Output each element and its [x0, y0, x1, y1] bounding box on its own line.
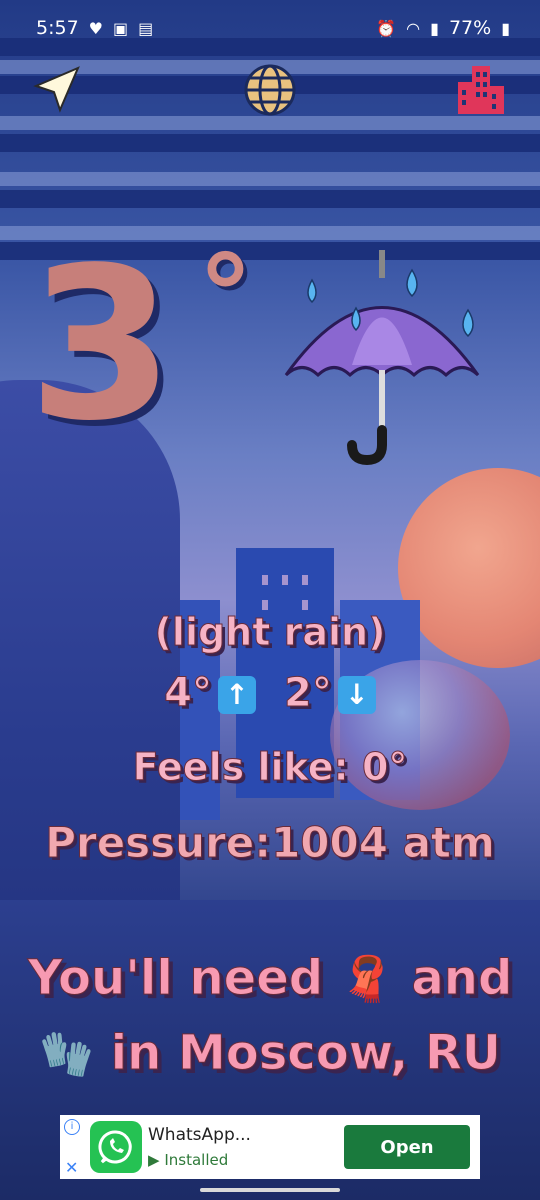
globe-button[interactable] — [240, 60, 300, 120]
advice-line-2: 🧤 in Moscow, RU — [0, 1025, 540, 1082]
top-navigation — [0, 60, 540, 120]
signal-icon: ▮ — [430, 18, 439, 38]
home-indicator[interactable] — [200, 1188, 340, 1192]
temperature-value: 3 — [28, 222, 175, 467]
ad-banner[interactable]: i ✕ WhatsApp... ▶ Installed Open — [60, 1115, 480, 1179]
low-temp-group: 2° ↓ — [284, 670, 376, 717]
background-illustration — [0, 0, 540, 1200]
heart-icon: ♥ — [88, 18, 104, 38]
high-temp-group: 4° ↑ — [164, 670, 256, 717]
advice-line-1: You'll need 🧣 and — [0, 950, 540, 1007]
status-bar: 5:57 ♥ ▣ ▤ ⏰ ◠ ▮ 77% ▮ — [0, 0, 540, 56]
ad-info-icon[interactable]: i — [64, 1119, 80, 1135]
high-low-row: 4° ↑ 2° ↓ — [0, 670, 540, 717]
phone-bubble-icon — [98, 1130, 132, 1164]
ad-title: WhatsApp... — [148, 1125, 251, 1145]
alarm-icon: ⏰ — [376, 18, 397, 38]
scarf-icon: 🧣 — [339, 954, 395, 1005]
city-button[interactable] — [450, 60, 510, 120]
up-arrow-icon: ↑ — [218, 676, 256, 714]
wifi-icon: ◠ — [406, 18, 421, 38]
low-temp: 2° — [284, 670, 333, 717]
ad-subtitle: ▶ Installed — [148, 1151, 229, 1169]
open-button[interactable]: Open — [344, 1125, 470, 1169]
city-building-icon — [458, 66, 504, 114]
advice-prefix: You'll need — [27, 950, 324, 1007]
feels-like-text: Feels like: 0° — [132, 745, 408, 790]
installed-check-icon: ▶ — [148, 1151, 160, 1169]
high-temp: 4° — [164, 670, 213, 717]
advice-and: and — [411, 950, 513, 1007]
navigation-arrow-icon — [33, 66, 80, 113]
advice-location: in Moscow, RU — [110, 1025, 501, 1082]
down-arrow-icon: ↓ — [337, 676, 376, 714]
battery-level: 77% — [448, 17, 492, 39]
pressure-text: Pressure:1004 atm — [45, 818, 496, 868]
image-icon: ▣ — [113, 18, 129, 38]
umbrella-rain-icon — [284, 250, 480, 465]
condition-text: (light rain) — [154, 610, 386, 655]
notification-icon: ▤ — [138, 18, 154, 38]
location-button[interactable] — [26, 60, 86, 120]
battery-icon: ▮ — [501, 18, 510, 38]
globe-icon — [244, 64, 296, 116]
gloves-icon: 🧤 — [39, 1029, 94, 1080]
close-icon[interactable]: ✕ — [65, 1158, 78, 1177]
whatsapp-logo-icon — [90, 1121, 142, 1173]
degree-symbol: ° — [198, 231, 253, 359]
status-time: 5:57 — [36, 17, 79, 39]
